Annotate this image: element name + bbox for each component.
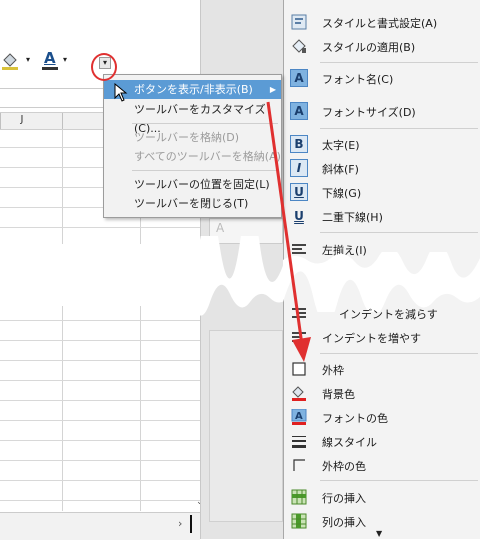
annotation-arrow: [266, 101, 311, 362]
